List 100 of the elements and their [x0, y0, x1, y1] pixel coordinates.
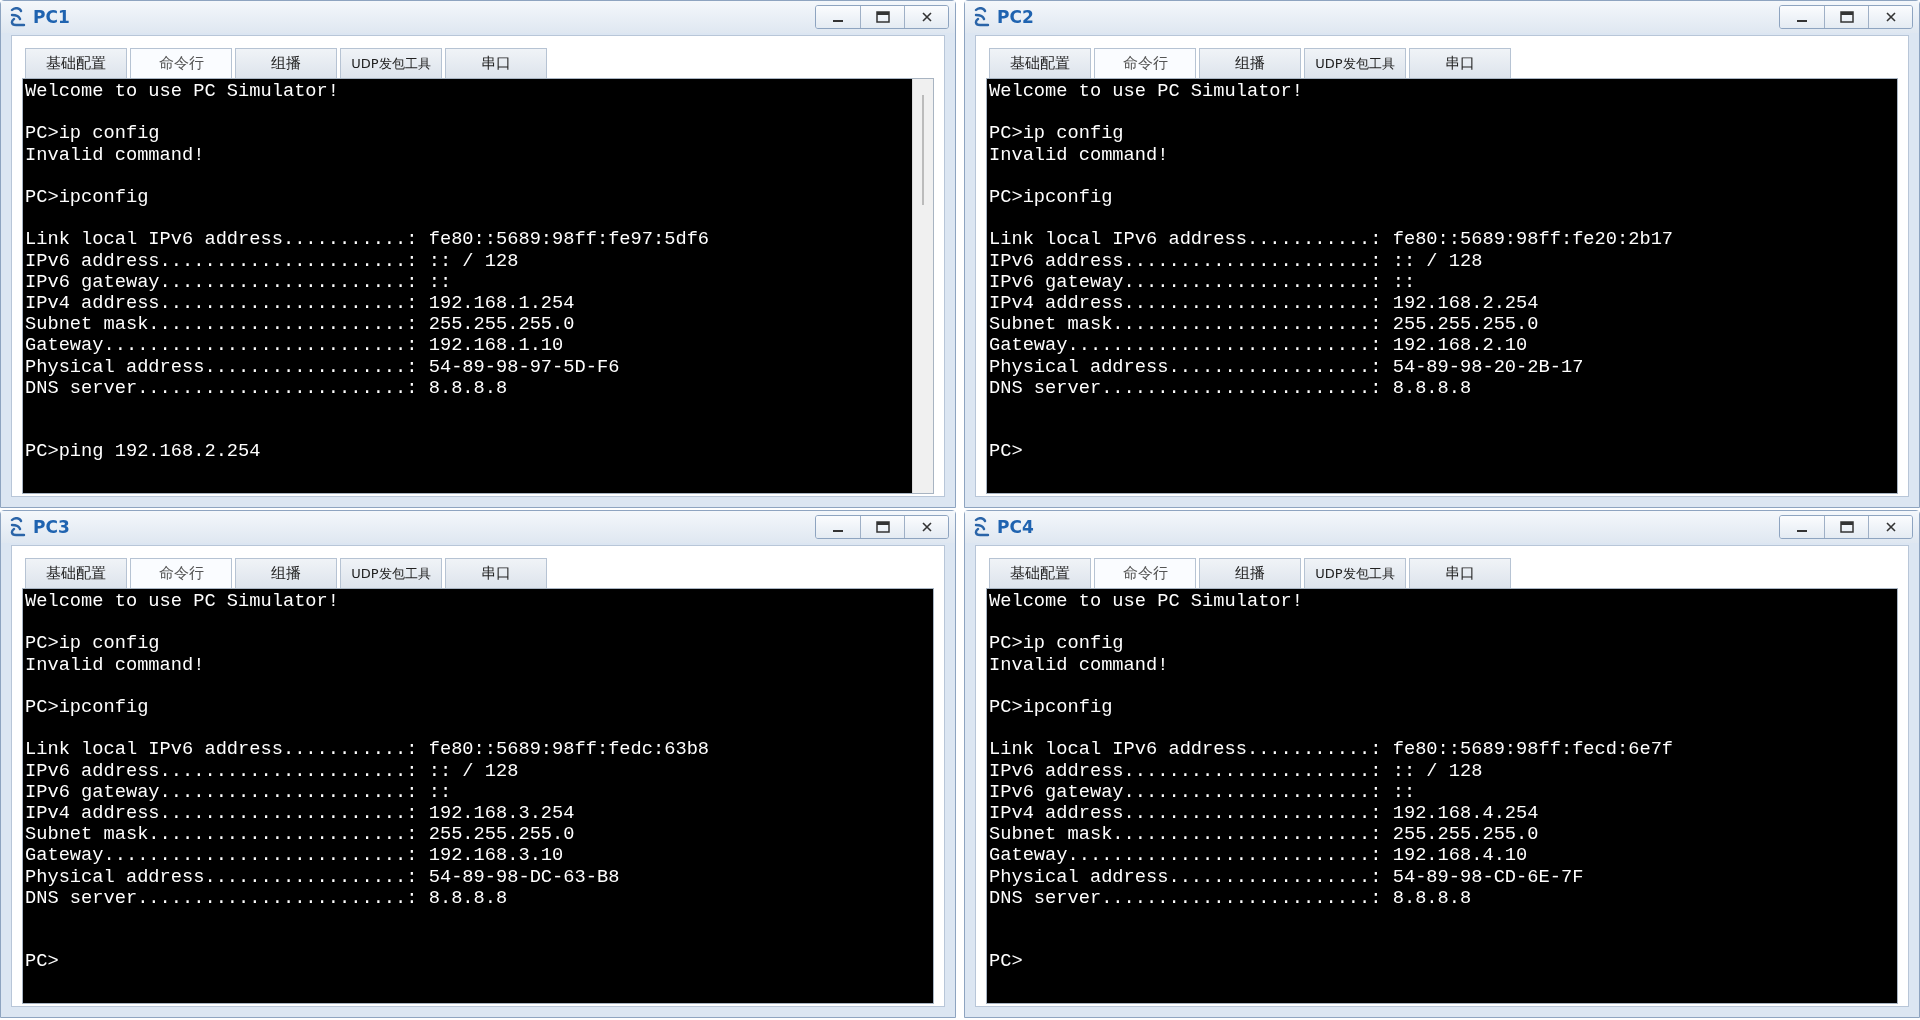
close-icon	[1884, 11, 1897, 23]
terminal-line: DNS server........................: 8.8.8.8	[989, 377, 1473, 399]
scrollbar[interactable]	[912, 79, 933, 493]
terminal-line: Welcome to use PC Simulator!	[25, 81, 340, 103]
close-icon	[920, 11, 933, 23]
terminal-line: Invalid command!	[25, 654, 206, 676]
terminal-line: Invalid command!	[25, 144, 206, 166]
close-button[interactable]	[1868, 6, 1912, 28]
tab[interactable]: 组播	[1199, 558, 1301, 588]
terminal-line: Subnet mask.......................: 255.255.255.0	[989, 824, 1540, 846]
terminal-line: Link local IPv6 address...........: fe80::5689:98ff:fedc:63b8	[25, 739, 711, 761]
terminal-line: IPv6 gateway......................: ::	[25, 781, 453, 803]
tab[interactable]: 串口	[445, 48, 547, 78]
terminal-line: PC>	[989, 441, 1024, 463]
terminal-line: PC>ipconfig	[25, 187, 150, 209]
maximize-icon	[875, 11, 890, 23]
terminal-line: IPv6 gateway......................: ::	[989, 271, 1417, 293]
terminal-line: Gateway...........................: 192.168.4.10	[989, 845, 1529, 867]
tab[interactable]: 基础配置	[25, 48, 127, 78]
pc-network-icon	[9, 517, 27, 537]
tab[interactable]: UDP发包工具	[1304, 48, 1406, 78]
terminal-line: Link local IPv6 address...........: fe80::5689:98ff:fecd:6e7f	[989, 739, 1675, 761]
terminal-line: DNS server........................: 8.8.8.8	[989, 887, 1473, 909]
close-button[interactable]	[904, 516, 948, 538]
maximize-icon	[1839, 11, 1854, 23]
terminal-line: Invalid command!	[989, 144, 1170, 166]
minimize-button[interactable]	[816, 516, 860, 538]
pc-network-icon	[973, 7, 991, 27]
terminal-line: IPv6 gateway......................: ::	[989, 781, 1417, 803]
terminal-line: IPv4 address......................: 192.168.2.254	[989, 293, 1540, 315]
minimize-icon	[1797, 20, 1807, 22]
terminal-line: Link local IPv6 address...........: fe80::5689:98ff:fe97:5df6	[25, 229, 711, 251]
terminal-line: IPv4 address......................: 192.168.4.254	[989, 803, 1540, 825]
maximize-icon	[875, 521, 890, 533]
tab[interactable]: 基础配置	[989, 558, 1091, 588]
window-title: PC2	[997, 7, 1035, 27]
window-title: PC1	[33, 7, 71, 27]
terminal-line: Link local IPv6 address...........: fe80::5689:98ff:fe20:2b17	[989, 229, 1675, 251]
tab[interactable]: 命令行	[130, 558, 232, 588]
tab[interactable]: 串口	[1409, 48, 1511, 78]
tab[interactable]: 基础配置	[989, 48, 1091, 78]
maximize-button[interactable]	[860, 6, 904, 28]
close-icon	[1884, 521, 1897, 533]
terminal-line: PC>ip config	[25, 633, 161, 655]
pc-network-icon	[973, 517, 991, 537]
terminal-line: IPv6 gateway......................: ::	[25, 271, 453, 293]
tab[interactable]: 组播	[235, 48, 337, 78]
terminal-line: PC>ipconfig	[989, 697, 1114, 719]
tab[interactable]: 命令行	[1094, 558, 1196, 588]
terminal-line: PC>ipconfig	[25, 697, 150, 719]
terminal-line: Gateway...........................: 192.168.3.10	[25, 845, 565, 867]
pc-network-icon	[9, 7, 27, 27]
minimize-button[interactable]	[816, 6, 860, 28]
minimize-icon	[833, 530, 843, 532]
minimize-button[interactable]	[1780, 6, 1824, 28]
terminal-line: Welcome to use PC Simulator!	[989, 81, 1304, 103]
terminal-line: Subnet mask.......................: 255.255.255.0	[25, 824, 576, 846]
tab[interactable]: UDP发包工具	[340, 48, 442, 78]
terminal-line: IPv6 address......................: :: / 128	[989, 760, 1484, 782]
tab[interactable]: 组播	[235, 558, 337, 588]
close-button[interactable]	[1868, 516, 1912, 538]
terminal-line: DNS server........................: 8.8.8.8	[25, 377, 509, 399]
terminal-line: Subnet mask.......................: 255.255.255.0	[25, 314, 576, 336]
tab[interactable]: 组播	[1199, 48, 1301, 78]
tab[interactable]: 基础配置	[25, 558, 127, 588]
terminal-line: PC>ip config	[25, 123, 161, 145]
terminal-line: PC>ip config	[989, 123, 1125, 145]
terminal-line: Invalid command!	[989, 654, 1170, 676]
close-icon	[920, 521, 933, 533]
maximize-icon	[1839, 521, 1854, 533]
terminal-line: PC>ip config	[989, 633, 1125, 655]
tab[interactable]: UDP发包工具	[340, 558, 442, 588]
terminal-line: IPv6 address......................: :: / 128	[25, 760, 520, 782]
close-button[interactable]	[904, 6, 948, 28]
terminal-line: Physical address..................: 54-89-98-DC-63-B8	[25, 866, 621, 888]
maximize-button[interactable]	[1824, 516, 1868, 538]
tab[interactable]: 串口	[445, 558, 547, 588]
terminal-line: IPv6 address......................: :: / 128	[25, 250, 520, 272]
tab[interactable]: 命令行	[130, 48, 232, 78]
terminal-line: Physical address..................: 54-89-98-CD-6E-7F	[989, 866, 1585, 888]
terminal-line: PC>ipconfig	[989, 187, 1114, 209]
terminal-line: PC>ping 192.168.2.254	[25, 441, 262, 463]
terminal-line: Welcome to use PC Simulator!	[25, 591, 340, 613]
terminal-line: IPv4 address......................: 192.168.3.254	[25, 803, 576, 825]
terminal-line: PC>	[25, 951, 60, 973]
minimize-button[interactable]	[1780, 516, 1824, 538]
tab[interactable]: 命令行	[1094, 48, 1196, 78]
terminal-line: IPv4 address......................: 192.168.1.254	[25, 293, 576, 315]
maximize-button[interactable]	[1824, 6, 1868, 28]
terminal-line: PC>	[989, 951, 1024, 973]
minimize-icon	[1797, 530, 1807, 532]
minimize-icon	[833, 20, 843, 22]
tab[interactable]: UDP发包工具	[1304, 558, 1406, 588]
terminal-line: IPv6 address......................: :: / 128	[989, 250, 1484, 272]
maximize-button[interactable]	[860, 516, 904, 538]
terminal-line: Gateway...........................: 192.168.2.10	[989, 335, 1529, 357]
terminal-line: Physical address..................: 54-89-98-20-2B-17	[989, 356, 1585, 378]
window-title: PC3	[33, 517, 71, 537]
terminal-line: Gateway...........................: 192.168.1.10	[25, 335, 565, 357]
tab[interactable]: 串口	[1409, 558, 1511, 588]
